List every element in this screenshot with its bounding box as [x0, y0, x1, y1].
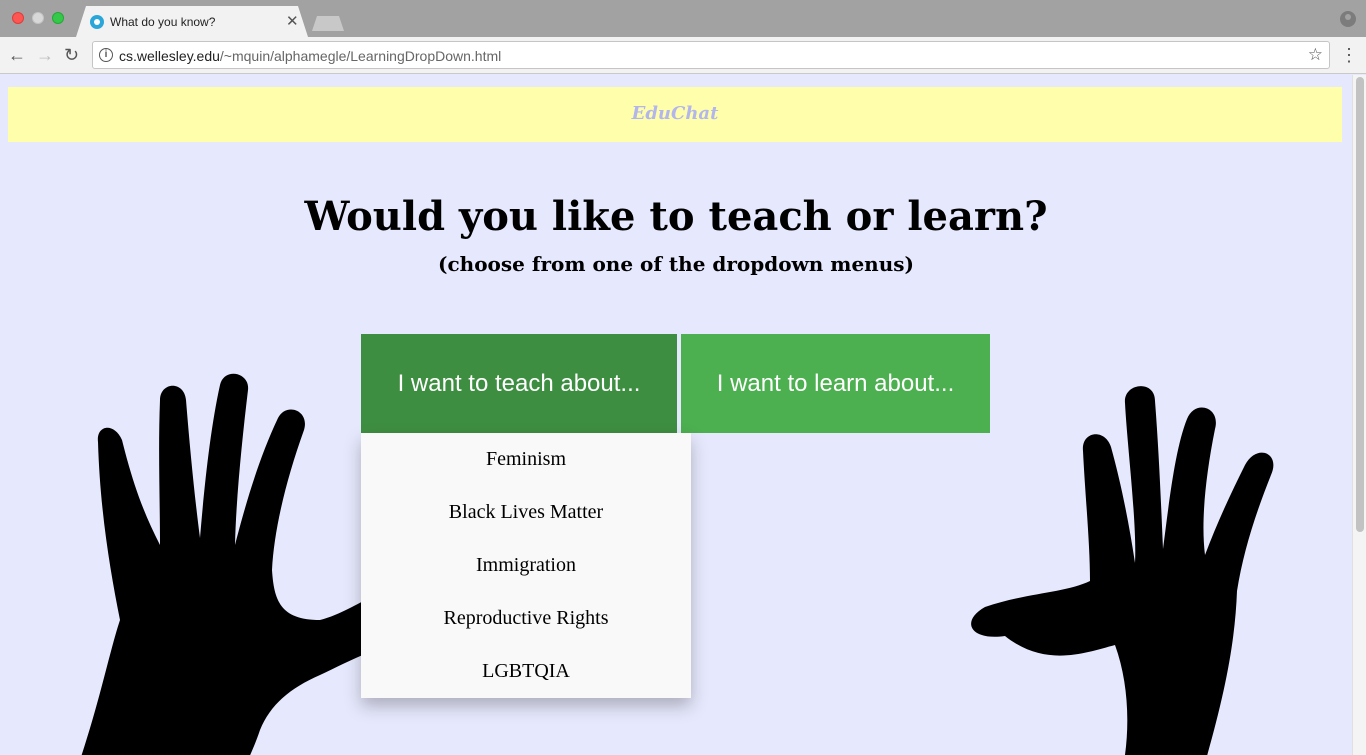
info-icon[interactable]: i [99, 48, 113, 62]
maximize-window-icon[interactable] [52, 12, 64, 24]
url-text[interactable]: cs.wellesley.edu/~mquin/alphamegle/Learn… [119, 48, 501, 64]
teach-dropdown-menu: Feminism Black Lives Matter Immigration … [361, 433, 691, 698]
header-banner: EduChat [8, 87, 1342, 142]
browser-tab[interactable]: What do you know? ✕ [76, 6, 308, 37]
scrollbar-thumb[interactable] [1356, 77, 1364, 532]
url-host: cs.wellesley.edu [119, 48, 220, 64]
minimize-window-icon[interactable] [32, 12, 44, 24]
teach-dropdown-button[interactable]: I want to teach about... [361, 334, 677, 433]
address-bar[interactable]: i cs.wellesley.edu/~mquin/alphamegle/Lea… [92, 41, 1330, 69]
favicon-icon [90, 15, 104, 29]
brand-logo[interactable]: EduChat [8, 103, 1342, 124]
left-hand-icon [81, 373, 370, 755]
dropdown-item-immigration[interactable]: Immigration [361, 539, 691, 592]
page-scrollbar[interactable] [1352, 75, 1366, 755]
forward-arrow-icon[interactable]: → [36, 45, 54, 65]
dropdown-item-lgbtqia[interactable]: LGBTQIA [361, 645, 691, 698]
dropdown-item-reproductive-rights[interactable]: Reproductive Rights [361, 592, 691, 645]
right-hand-icon [971, 386, 1274, 755]
profile-icon[interactable] [1340, 11, 1356, 27]
tab-close-icon[interactable]: ✕ [286, 12, 299, 30]
menu-dots-icon[interactable]: ⋮ [1340, 45, 1358, 65]
back-arrow-icon[interactable]: ← [8, 45, 26, 65]
dropdown-item-feminism[interactable]: Feminism [361, 433, 691, 486]
browser-titlebar: What do you know? ✕ [0, 0, 1366, 37]
browser-toolbar: ← → ↻ i cs.wellesley.edu/~mquin/alphameg… [0, 37, 1366, 74]
new-tab-button[interactable] [312, 16, 344, 31]
bookmark-star-icon[interactable]: ☆ [1308, 45, 1323, 65]
url-path: /~mquin/alphamegle/LearningDropDown.html [219, 48, 502, 64]
learn-dropdown-button[interactable]: I want to learn about... [681, 334, 990, 433]
close-window-icon[interactable] [12, 12, 24, 24]
page-content: EduChat Would you like to teach or learn… [0, 75, 1352, 755]
dropdown-item-black-lives-matter[interactable]: Black Lives Matter [361, 486, 691, 539]
tab-title: What do you know? [110, 15, 216, 29]
reload-icon[interactable]: ↻ [64, 45, 79, 65]
page-title: Would you like to teach or learn? [304, 193, 1048, 240]
page-subtitle: (choose from one of the dropdown menus) [438, 252, 914, 276]
